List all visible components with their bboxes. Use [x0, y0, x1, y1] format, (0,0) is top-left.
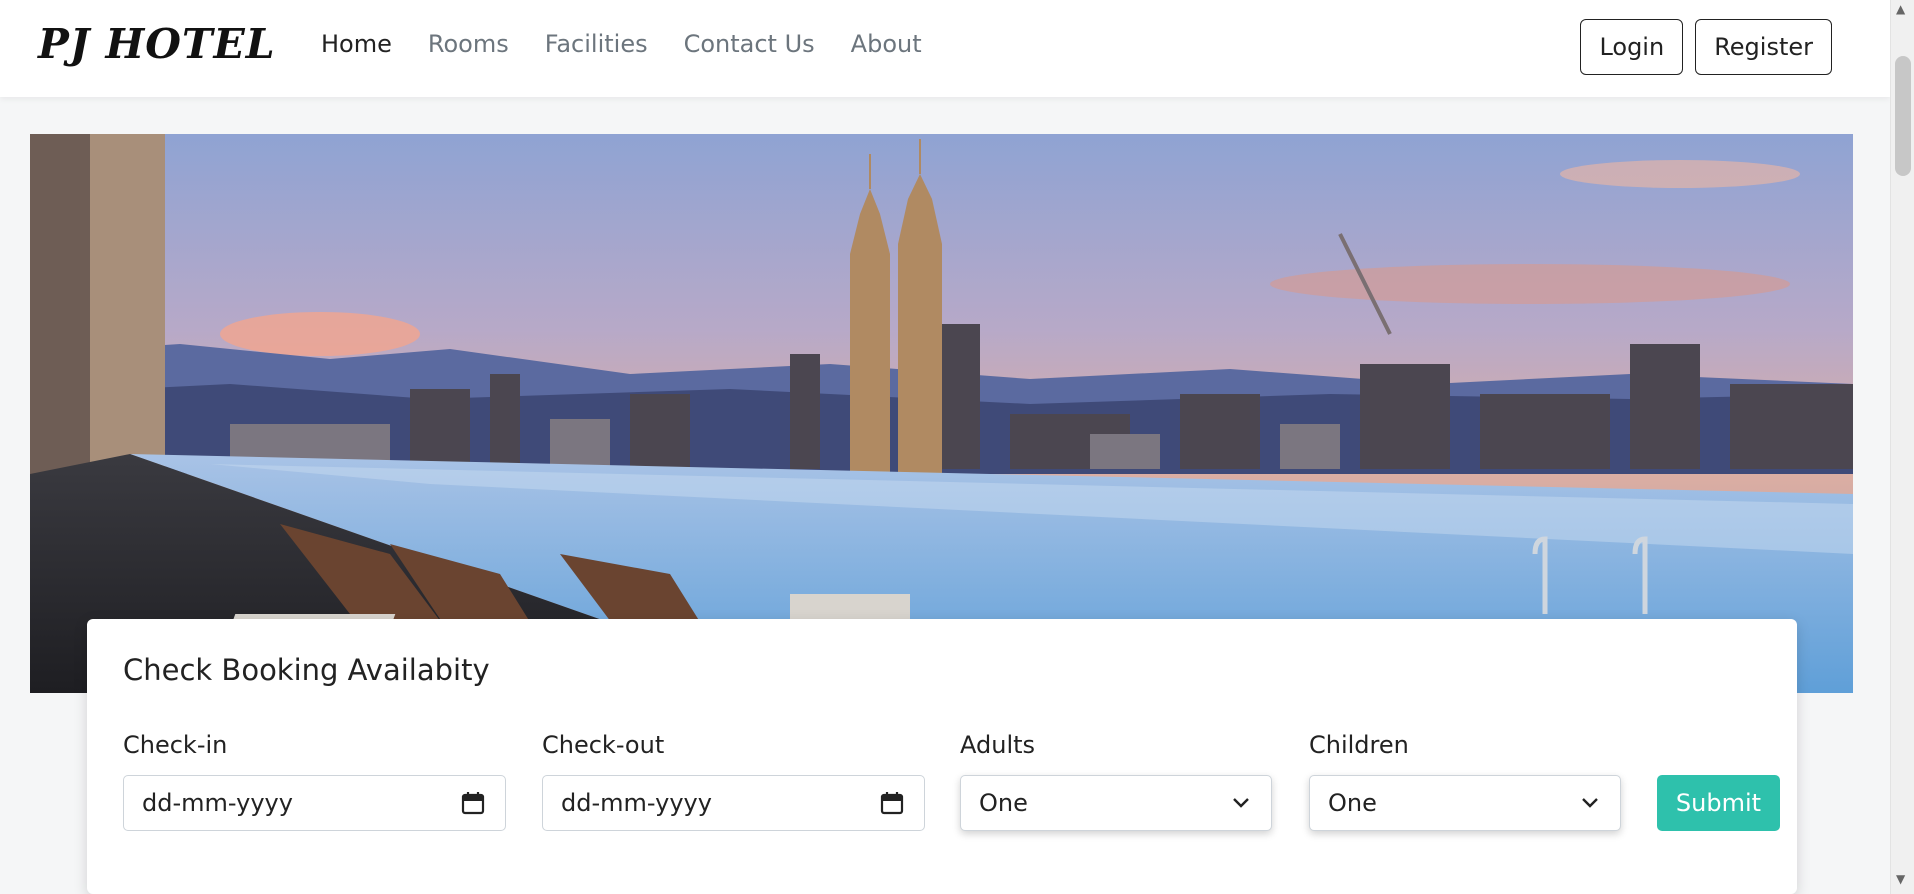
- checkin-date-input[interactable]: dd-mm-yyyy: [123, 775, 506, 831]
- login-button[interactable]: Login: [1580, 19, 1684, 75]
- checkin-label: Check-in: [123, 731, 228, 759]
- navbar: PJ HOTEL Home Rooms Facilities Contact U…: [0, 0, 1890, 97]
- children-select-value: One: [1328, 789, 1377, 817]
- children-label: Children: [1309, 731, 1409, 759]
- brand-logo[interactable]: PJ HOTEL: [38, 20, 276, 68]
- nav-link-about[interactable]: About: [851, 30, 922, 58]
- nav-link-contact-us[interactable]: Contact Us: [684, 30, 815, 58]
- adults-label: Adults: [960, 731, 1036, 759]
- nav-link-rooms[interactable]: Rooms: [428, 30, 509, 58]
- chevron-down-icon: [1233, 798, 1249, 808]
- nav-link-facilities[interactable]: Facilities: [545, 30, 648, 58]
- checkout-date-placeholder: dd-mm-yyyy: [561, 789, 712, 817]
- children-select[interactable]: One: [1309, 775, 1621, 831]
- booking-card: Check Booking Availabity Check-in dd-mm-…: [87, 619, 1797, 894]
- nav-links: Home Rooms Facilities Contact Us About: [321, 30, 958, 58]
- nav-link-home[interactable]: Home: [321, 30, 392, 58]
- scroll-down-arrow-icon[interactable]: ▼: [1896, 872, 1905, 886]
- adults-select[interactable]: One: [960, 775, 1272, 831]
- booking-card-title: Check Booking Availabity: [123, 653, 490, 687]
- hero-image: [30, 134, 1853, 693]
- calendar-icon[interactable]: [880, 790, 904, 816]
- checkout-label: Check-out: [542, 731, 665, 759]
- scroll-up-arrow-icon[interactable]: ▲: [1896, 2, 1905, 16]
- auth-buttons: Login Register: [1580, 19, 1832, 75]
- adults-select-value: One: [979, 789, 1028, 817]
- checkout-date-input[interactable]: dd-mm-yyyy: [542, 775, 925, 831]
- chevron-down-icon: [1582, 798, 1598, 808]
- register-button[interactable]: Register: [1695, 19, 1832, 75]
- scrollbar-thumb[interactable]: [1895, 56, 1911, 176]
- calendar-icon[interactable]: [461, 790, 485, 816]
- checkin-date-placeholder: dd-mm-yyyy: [142, 789, 293, 817]
- hero-skyline-illustration: [30, 134, 1853, 693]
- vertical-scrollbar[interactable]: ▲ ▼: [1890, 0, 1914, 894]
- submit-button[interactable]: Submit: [1657, 775, 1780, 831]
